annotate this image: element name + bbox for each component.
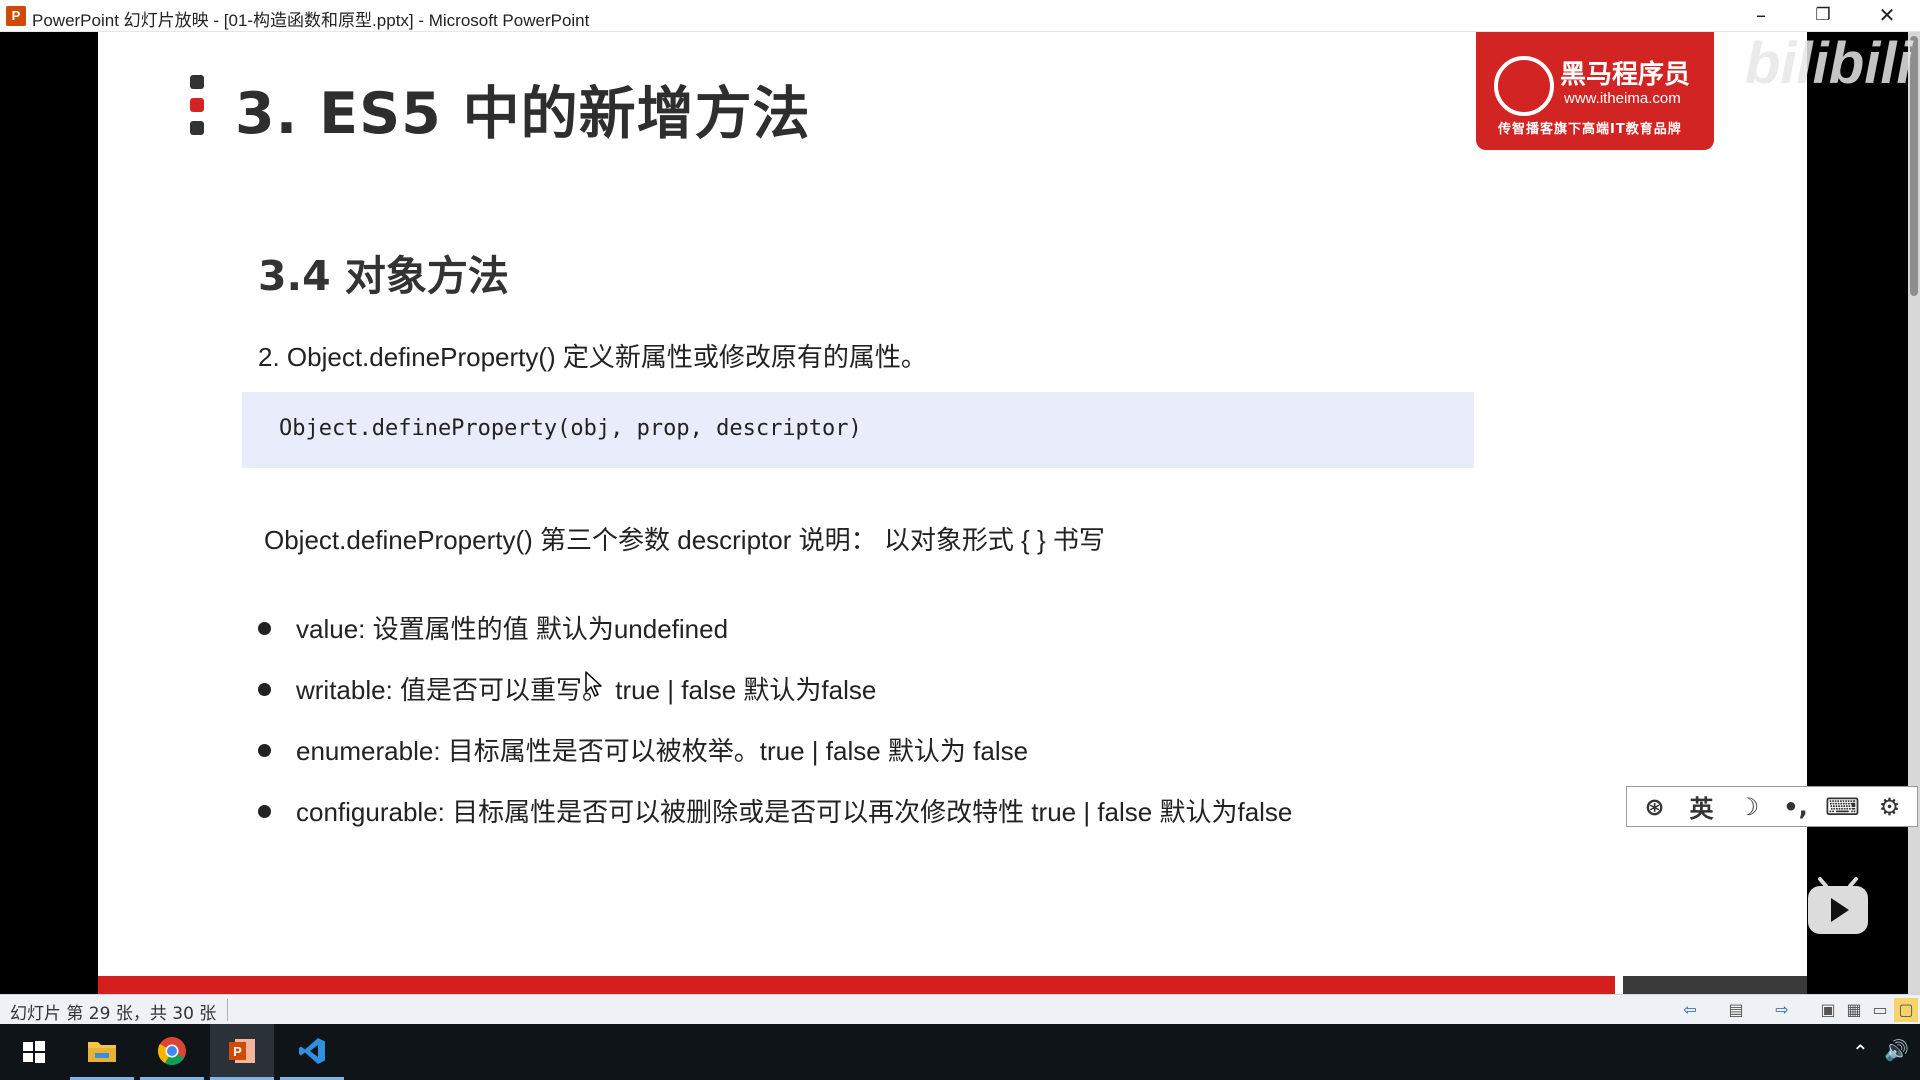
list-item: configurable: 目标属性是否可以被删除或是否可以再次修改特性 tru…: [258, 792, 1292, 829]
slideshow-right-margin: [1807, 32, 1920, 1023]
mouse-cursor-icon: [585, 671, 602, 697]
section-title: 3.4 对象方法: [258, 252, 509, 300]
slideshow-left-margin: [0, 32, 98, 1023]
bullet-icon: [258, 682, 271, 696]
itheima-logo: 黑马程序员 www.itheima.com 传智播客旗下高端IT教育品牌: [1476, 32, 1714, 150]
code-block: Object.defineProperty(obj, prop, descrip…: [242, 392, 1474, 468]
notes-icon[interactable]: ▤: [1724, 998, 1748, 1022]
window-titlebar: P PowerPoint 幻灯片放映 - [01-构造函数和原型.pptx] -…: [0, 0, 1920, 32]
bullet-icon: [258, 743, 271, 757]
bullet-icon: [258, 804, 271, 818]
minimize-button[interactable]: –: [1730, 0, 1792, 30]
slide-bottom-bar: [98, 976, 1615, 994]
vscode-icon: [299, 1037, 325, 1064]
moon-icon[interactable]: ☽: [1729, 793, 1769, 821]
title-marker-square: [190, 98, 204, 112]
previous-slide-icon[interactable]: ⇦: [1678, 998, 1702, 1022]
slideshow-view-icon[interactable]: ▢: [1894, 998, 1918, 1022]
volume-icon[interactable]: 🔊: [1884, 1038, 1909, 1062]
bilibili-play-icon[interactable]: [1806, 876, 1870, 936]
descriptor-description: Object.defineProperty() 第三个参数 descriptor…: [264, 525, 1105, 555]
bilibili-watermark: bilibili: [1745, 31, 1913, 96]
gear-icon[interactable]: ⚙: [1870, 793, 1910, 821]
folder-icon: [88, 1041, 116, 1062]
code-text: Object.defineProperty(obj, prop, descrip…: [279, 416, 862, 441]
list-item: enumerable: 目标属性是否可以被枚举。true | false 默认为…: [258, 731, 1028, 768]
chrome-icon: [158, 1036, 186, 1065]
vertical-scrollbar[interactable]: [1908, 32, 1920, 1023]
punctuation-icon[interactable]: •,: [1776, 793, 1816, 821]
slide-counter: 幻灯片 第 29 张，共 30 张: [10, 1004, 217, 1024]
taskbar-vscode[interactable]: [280, 1024, 344, 1080]
title-marker-icon: [190, 75, 204, 135]
ime-language-toggle[interactable]: 英: [1682, 789, 1722, 824]
logo-url: www.itheima.com: [1564, 90, 1681, 107]
bullet-text: enumerable: 目标属性是否可以被枚举。true | false 默认为…: [296, 736, 1029, 766]
tray-overflow-icon[interactable]: ⌃: [1852, 1040, 1869, 1064]
title-marker-square: [190, 121, 204, 135]
bullet-text: configurable: 目标属性是否可以被删除或是否可以再次修改特性 tru…: [296, 797, 1293, 827]
slide-sorter-view-icon[interactable]: ▦: [1842, 998, 1866, 1022]
bullet-text: value: 设置属性的值 默认为undefined: [296, 614, 729, 644]
status-divider: [227, 999, 228, 1021]
slide-canvas: 3. ES5 中的新增方法 3.4 对象方法 2. Object.defineP…: [98, 32, 1807, 994]
taskbar: P ⌃ 🔊: [0, 1024, 1920, 1080]
close-button[interactable]: ✕: [1856, 0, 1918, 30]
powerpoint-app-icon: P: [6, 6, 26, 26]
windows-icon: [23, 1041, 45, 1063]
window-title: PowerPoint 幻灯片放映 - [01-构造函数和原型.pptx] - M…: [32, 11, 590, 30]
taskbar-chrome[interactable]: [140, 1024, 204, 1080]
start-button[interactable]: [2, 1024, 66, 1080]
keyboard-icon[interactable]: ⌨: [1823, 793, 1863, 821]
item-intro-text: 2. Object.defineProperty() 定义新属性或修改原有的属性…: [258, 342, 927, 372]
bullet-icon: [258, 621, 271, 635]
list-item: value: 设置属性的值 默认为undefined: [258, 609, 728, 646]
taskbar-file-explorer[interactable]: [70, 1024, 134, 1080]
powerpoint-icon: P: [229, 1038, 255, 1063]
ime-logo-icon[interactable]: ⊛: [1635, 793, 1675, 821]
statusbar: 幻灯片 第 29 张，共 30 张 ⇦ ▤ ⇨ ▣ ▦ ▭ ▢: [0, 994, 1920, 1024]
reading-view-icon[interactable]: ▭: [1868, 998, 1892, 1022]
next-slide-icon[interactable]: ⇨: [1770, 998, 1794, 1022]
taskbar-powerpoint[interactable]: P: [210, 1024, 274, 1080]
logo-tagline: 传智播客旗下高端IT教育品牌: [1498, 122, 1682, 137]
restore-button[interactable]: ❐: [1792, 0, 1854, 30]
slide-bottom-bar-end: [1623, 976, 1807, 994]
logo-circle-icon: [1494, 56, 1554, 116]
title-marker-square: [190, 75, 204, 89]
list-item: writable: 值是否可以重写。 true | false 默认为false: [258, 670, 876, 707]
slide-title: 3. ES5 中的新增方法: [235, 81, 811, 147]
normal-view-icon[interactable]: ▣: [1816, 998, 1840, 1022]
svg-text:P: P: [233, 1044, 242, 1059]
ime-toolbar: ⊛ 英 ☽ •, ⌨ ⚙: [1626, 786, 1918, 827]
logo-brand: 黑马程序员: [1560, 60, 1691, 90]
